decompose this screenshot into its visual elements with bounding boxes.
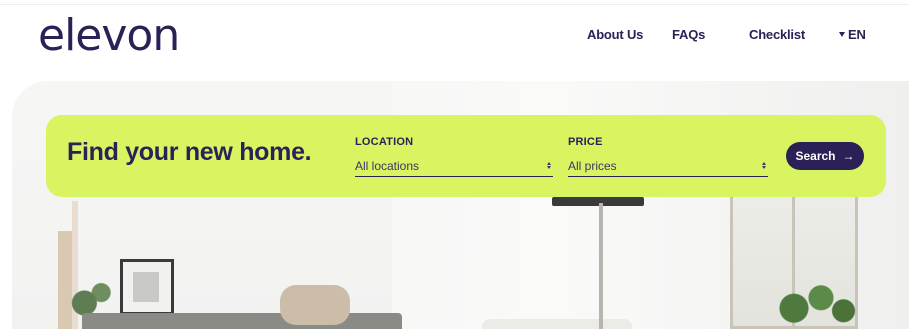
location-value: All locations <box>355 158 420 173</box>
price-select[interactable]: All prices <box>568 155 768 177</box>
select-arrows-icon <box>762 162 766 169</box>
nav-faqs[interactable]: FAQs <box>672 27 705 42</box>
arrow-right-icon: → <box>842 149 855 163</box>
location-label: LOCATION <box>355 136 414 148</box>
plant-right <box>767 277 857 329</box>
nav-about-us[interactable]: About Us <box>587 27 643 42</box>
search-button[interactable]: Search → <box>786 142 864 170</box>
lamp-pole <box>599 203 603 329</box>
lamp-shade <box>552 197 644 206</box>
location-select[interactable]: All locations <box>355 155 553 177</box>
logo[interactable]: elevon <box>38 14 180 58</box>
coffee-table <box>482 319 632 329</box>
price-value: All prices <box>568 158 617 173</box>
price-label: PRICE <box>568 136 603 148</box>
search-title: Find your new home. <box>67 138 312 166</box>
location-field: LOCATION All locations <box>355 133 555 179</box>
sofa <box>82 313 402 329</box>
nav-checklist[interactable]: Checklist <box>749 27 805 42</box>
price-field: PRICE All prices <box>568 133 774 179</box>
search-button-label: Search <box>795 149 836 163</box>
pillow <box>280 285 350 325</box>
caret-down-icon <box>839 32 845 37</box>
search-panel: Find your new home. LOCATION All locatio… <box>46 115 886 197</box>
language-label: EN <box>848 26 866 42</box>
select-arrows-icon <box>547 162 551 169</box>
top-divider <box>0 4 909 5</box>
language-selector[interactable]: EN <box>839 27 866 42</box>
wall-picture <box>120 259 174 315</box>
